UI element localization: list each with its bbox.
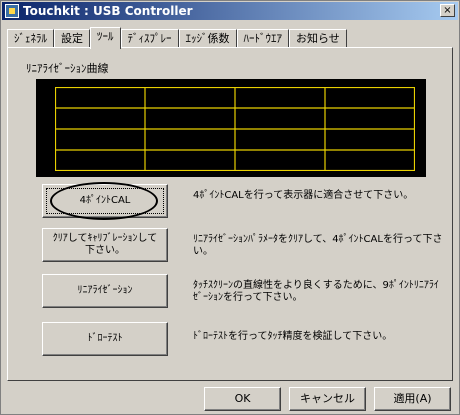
- linearization-grid: [55, 87, 415, 171]
- clear-and-calibrate-description: ﾘﾆｱﾗｲｾﾞｰｼｮﾝﾊﾟﾗﾒｰﾀをｸﾘｱして、4ﾎﾟｲﾝﾄCALを行って下さい…: [193, 234, 443, 257]
- tab-notice[interactable]: お知らせ: [289, 29, 347, 48]
- linearization-description: ﾀｯﾁｽｸﾘｰﾝの直線性をより良くするために、9ﾎﾟｲﾝﾄﾘﾆｱﾗｲｾﾞｰｼｮﾝ…: [193, 280, 439, 303]
- window-title: Touchkit : USB Controller: [23, 4, 193, 18]
- close-button[interactable]: ×: [440, 4, 455, 17]
- clear-and-calibrate-button[interactable]: ｸﾘｱしてｷｬﾘﾌﾞﾚｰｼｮﾝして下さい。: [42, 228, 168, 262]
- tab-general[interactable]: ｼﾞｪﾈﾗﾙ: [7, 29, 54, 48]
- title-bar[interactable]: Touchkit : USB Controller ×: [2, 2, 458, 20]
- linearization-curve-label: ﾘﾆｱﾗｲｾﾞｰｼｮﾝ曲線: [26, 62, 109, 75]
- linearization-curve-display: [36, 79, 426, 177]
- draw-test-description: ﾄﾞﾛｰﾃｽﾄを行ってﾀｯﾁ精度を検証して下さい。: [193, 331, 393, 342]
- cancel-button[interactable]: キャンセル: [289, 387, 366, 411]
- four-point-cal-description: 4ﾎﾟｲﾝﾄCALを行って表示器に適合させて下さい。: [193, 190, 414, 201]
- tools-panel: ﾘﾆｱﾗｲｾﾞｰｼｮﾝ曲線 4ﾎﾟｲﾝﾄCAL 4ﾎﾟｲﾝﾄCALを行って表示器…: [7, 47, 453, 381]
- linearization-button[interactable]: ﾘﾆｱﾗｲｾﾞｰｼｮﾝ: [42, 274, 168, 308]
- draw-test-button[interactable]: ﾄﾞﾛｰﾃｽﾄ: [42, 322, 168, 356]
- tab-settings[interactable]: 設定: [54, 29, 90, 48]
- tab-tools[interactable]: ﾂｰﾙ: [90, 27, 121, 49]
- ok-button[interactable]: OK: [204, 387, 281, 411]
- app-icon: [5, 4, 19, 18]
- tab-strip: ｼﾞｪﾈﾗﾙ 設定 ﾂｰﾙ ﾃﾞｨｽﾌﾟﾚｰ ｴｯｼﾞ係数 ﾊｰﾄﾞｳｴｱ お知…: [7, 27, 347, 49]
- tab-hardware[interactable]: ﾊｰﾄﾞｳｴｱ: [236, 29, 289, 48]
- highlight-ellipse: [50, 182, 158, 220]
- tab-edge-coefficient[interactable]: ｴｯｼﾞ係数: [178, 29, 237, 48]
- touchkit-window: Touchkit : USB Controller × ｼﾞｪﾈﾗﾙ 設定 ﾂｰ…: [0, 0, 460, 415]
- apply-button[interactable]: 適用(A): [374, 387, 451, 411]
- tab-display[interactable]: ﾃﾞｨｽﾌﾟﾚｰ: [120, 29, 179, 48]
